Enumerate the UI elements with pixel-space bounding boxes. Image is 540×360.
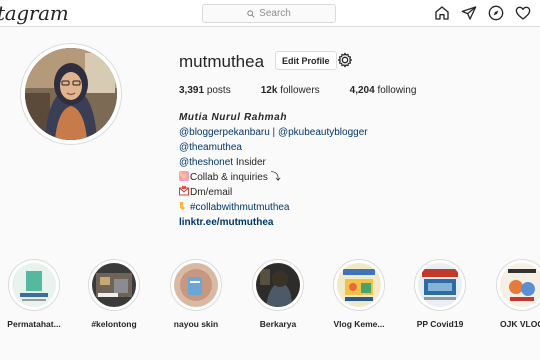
website-link[interactable]: linktr.ee/mutmuthea <box>179 217 273 228</box>
story-highlight[interactable]: Vlog Keme... <box>324 259 394 329</box>
profile-photo <box>25 48 117 140</box>
posts-count: 3,391 posts <box>179 85 231 96</box>
highlight-cover <box>256 263 300 307</box>
mention-link[interactable]: @theshonet <box>179 157 233 168</box>
bio-text: Insider <box>233 157 266 168</box>
highlight-label: Berkarya <box>259 319 297 329</box>
highlight-cover <box>174 263 218 307</box>
highlight-label: nayou skin <box>173 319 219 329</box>
bio-text: Collab & inquiries ⤵ <box>190 172 281 183</box>
activity-heart-icon[interactable] <box>515 5 531 21</box>
mention-link[interactable]: @pkubeautyblogger <box>278 127 368 138</box>
raising-hand-emoji-icon <box>179 171 189 181</box>
mention-link[interactable]: @bloggerpekanbaru <box>179 127 270 138</box>
bio-line-dm: Dm/email <box>179 185 368 200</box>
story-highlight[interactable]: PP Covid19 <box>405 259 475 329</box>
story-highlight[interactable]: #kelontong <box>79 259 149 329</box>
top-navigation-bar: tagram Search <box>0 0 540 27</box>
story-highlight[interactable]: Berkarya <box>243 259 313 329</box>
story-highlight[interactable]: OJK VLOG <box>487 259 540 329</box>
envelope-emoji-icon <box>179 186 189 196</box>
profile-bio: Mutia Nurul Rahmah @bloggerpekanbaru | @… <box>179 110 368 230</box>
explore-compass-icon[interactable] <box>488 5 504 21</box>
bio-text: Dm/email <box>190 187 233 198</box>
mention-separator: | <box>269 127 278 138</box>
highlight-label: #kelontong <box>91 319 137 329</box>
highlight-cover <box>418 263 462 307</box>
profile-username: mutmuthea <box>179 52 265 71</box>
search-icon <box>247 9 255 18</box>
bio-line-collab: Collab & inquiries ⤵ <box>179 170 368 185</box>
settings-gear-icon[interactable] <box>337 52 353 68</box>
search-placeholder: Search <box>259 8 291 19</box>
highlight-cover <box>500 263 540 307</box>
story-highlight[interactable]: Permatahat... <box>0 259 69 329</box>
highlight-cover <box>92 263 136 307</box>
direct-message-icon[interactable] <box>461 5 477 21</box>
bio-line-hashtag: #collabwithmutmuthea <box>179 200 368 215</box>
search-input[interactable]: Search <box>202 4 336 23</box>
story-highlight[interactable]: nayou skin <box>161 259 231 329</box>
highlight-label: Vlog Keme... <box>333 319 385 329</box>
highlight-cover <box>337 263 381 307</box>
bio-full-name: Mutia Nurul Rahmah <box>179 112 288 123</box>
bio-line-mentions: @bloggerpekanbaru | @pkubeautyblogger <box>179 125 368 140</box>
highlight-label: PP Covid19 <box>416 319 464 329</box>
highlight-label: OJK VLOG <box>500 319 540 329</box>
pointing-hand-emoji-icon <box>180 202 185 210</box>
home-icon[interactable] <box>434 5 450 21</box>
highlight-cover <box>12 263 56 307</box>
mention-link[interactable]: @theamuthea <box>179 142 242 153</box>
hashtag-link[interactable]: #collabwithmutmuthea <box>190 202 290 213</box>
followers-link[interactable]: 12k followers <box>261 85 320 96</box>
profile-avatar[interactable] <box>20 43 122 145</box>
profile-stats: 3,391 posts 12k followers 4,204 followin… <box>179 85 416 96</box>
following-link[interactable]: 4,204 following <box>350 85 417 96</box>
instagram-logo[interactable]: tagram <box>0 2 69 24</box>
highlight-label: Permatahat... <box>7 319 61 329</box>
edit-profile-button[interactable]: Edit Profile <box>275 51 337 70</box>
